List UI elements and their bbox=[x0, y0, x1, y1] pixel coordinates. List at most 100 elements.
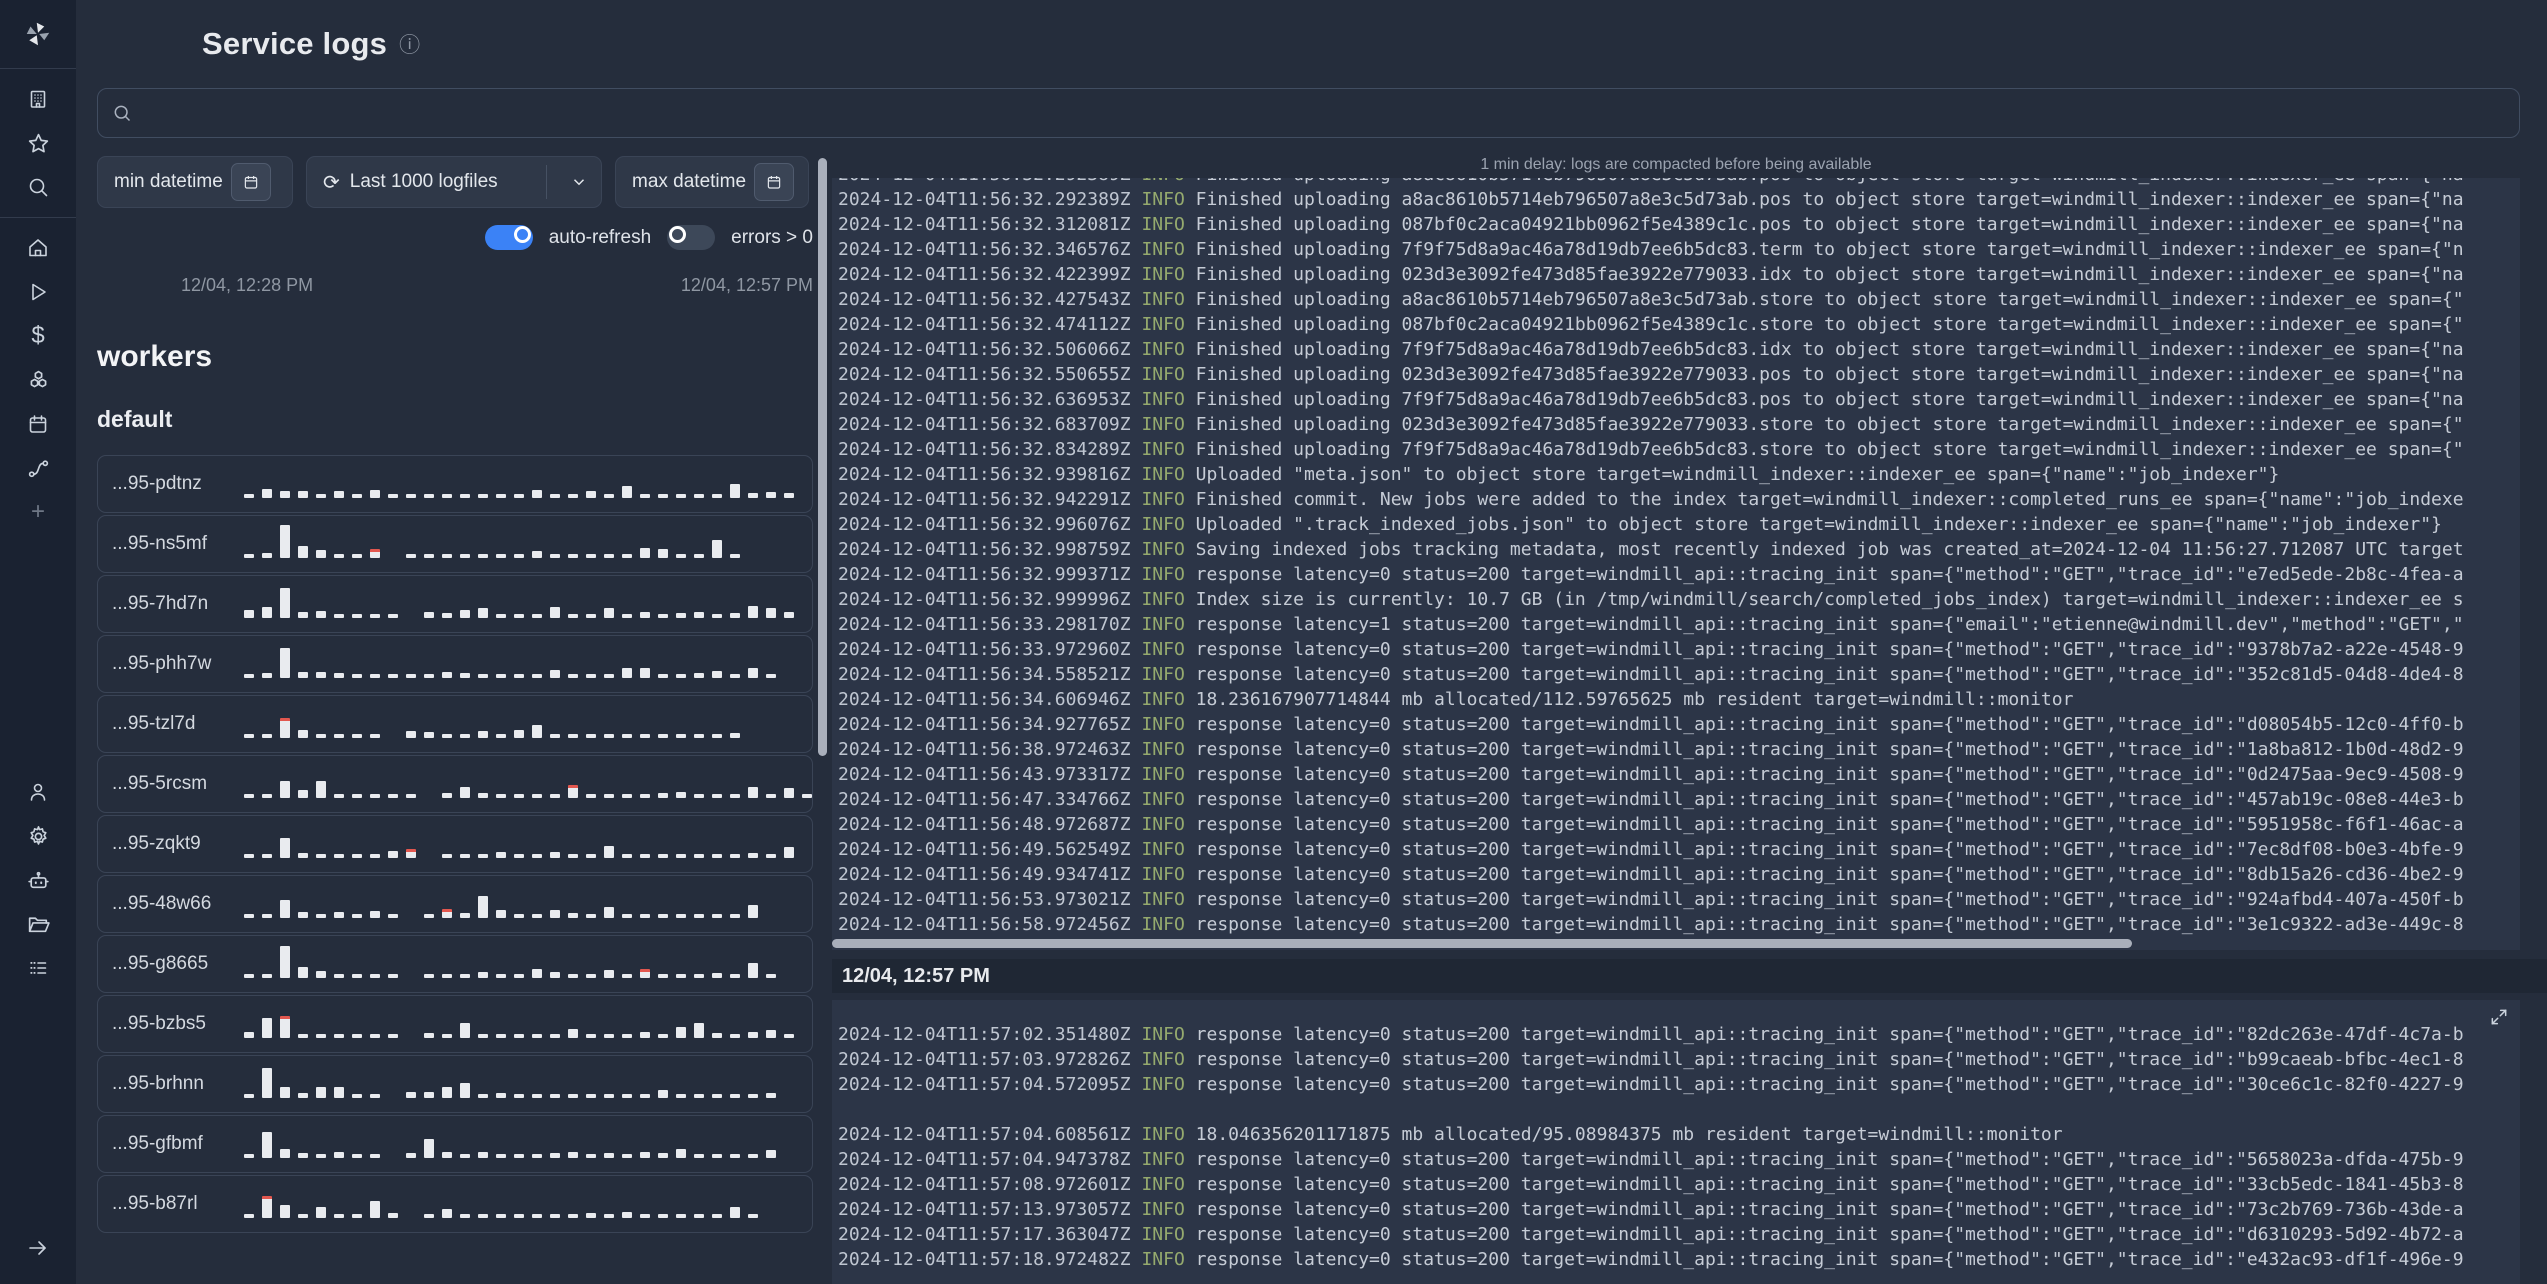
workers-panel: min datetime ⟳ Last 1000 logfiles max da… bbox=[97, 156, 813, 1284]
log-line: 2024-12-04T11:56:32.939816Z INFO Uploade… bbox=[838, 464, 2280, 485]
range-end-time: 12/04, 12:57 PM bbox=[680, 275, 813, 295]
worker-name: ...95-phh7w bbox=[112, 653, 212, 674]
info-icon[interactable]: ⓘ bbox=[399, 29, 420, 59]
worker-activity-sparkline bbox=[244, 461, 798, 507]
worker-row[interactable]: ...95-tzl7d bbox=[97, 695, 813, 753]
log-line: 2024-12-04T11:56:34.558521Z INFO respons… bbox=[838, 664, 2464, 685]
expand-sidebar-arrow-icon[interactable] bbox=[0, 1226, 76, 1270]
search-icon[interactable] bbox=[0, 165, 76, 209]
worker-name: ...95-zqkt9 bbox=[112, 833, 201, 854]
worker-row[interactable]: ...95-7hd7n bbox=[97, 575, 813, 633]
worker-name: ...95-bzbs5 bbox=[112, 1013, 206, 1034]
main-content: Service logs ⓘ min datetime ⟳ Last 1000 … bbox=[76, 0, 2547, 1284]
worker-name: ...95-5rcsm bbox=[112, 773, 208, 794]
worker-activity-sparkline bbox=[244, 581, 798, 627]
worker-row[interactable]: ...95-b87rl bbox=[97, 1175, 813, 1233]
worker-row[interactable]: ...95-ns5mf bbox=[97, 515, 813, 573]
worker-row[interactable]: ...95-gfbmf bbox=[97, 1115, 813, 1173]
log-line: 2024-12-04T11:57:04.572095Z INFO respons… bbox=[838, 1074, 2464, 1095]
worker-name: ...95-brhnn bbox=[112, 1073, 204, 1094]
settings-gear-icon[interactable] bbox=[0, 814, 76, 858]
worker-activity-sparkline bbox=[244, 701, 798, 747]
log-line: 2024-12-04T11:57:18.972482Z INFO respons… bbox=[838, 1249, 2464, 1270]
worker-activity-sparkline bbox=[244, 1001, 798, 1047]
log-line: 2024-12-04T11:56:32.999996Z INFO Index s… bbox=[838, 589, 2464, 610]
logfiles-select[interactable]: ⟳ Last 1000 logfiles bbox=[306, 156, 602, 208]
chevron-down-icon[interactable] bbox=[557, 173, 601, 191]
user-person-icon[interactable] bbox=[0, 770, 76, 814]
log-section-header: 12/04, 12:57 PM bbox=[832, 959, 2547, 993]
favorites-star-icon[interactable] bbox=[0, 121, 76, 165]
log-line: 2024-12-04T11:56:32.292389Z INFO Finishe… bbox=[838, 178, 2520, 187]
service-logs-list-icon[interactable] bbox=[0, 946, 76, 990]
worker-row[interactable]: ...95-5rcsm bbox=[97, 755, 813, 813]
worker-name: ...95-48w66 bbox=[112, 893, 212, 914]
worker-row[interactable]: ...95-pdtnz bbox=[97, 455, 813, 513]
errors-label: errors > 0 bbox=[731, 226, 813, 248]
worker-activity-sparkline bbox=[244, 821, 798, 867]
schedules-calendar-icon[interactable] bbox=[0, 402, 76, 446]
refresh-icon: ⟳ bbox=[323, 171, 340, 194]
worker-name: ...95-gfbmf bbox=[112, 1133, 203, 1154]
runs-play-icon[interactable] bbox=[0, 270, 76, 314]
search-box bbox=[97, 88, 2520, 138]
worker-activity-sparkline bbox=[244, 941, 798, 987]
range-start-time: 12/04, 12:28 PM bbox=[181, 275, 314, 295]
home-icon[interactable] bbox=[0, 226, 76, 270]
log-line: 2024-12-04T11:57:02.351480Z INFO respons… bbox=[838, 1024, 2464, 1045]
log-line: 2024-12-04T11:57:13.973057Z INFO respons… bbox=[838, 1199, 2464, 1220]
ai-robot-icon[interactable] bbox=[0, 858, 76, 902]
logs-panel: 1 min delay: logs are compacted before b… bbox=[832, 156, 2547, 1284]
worker-row[interactable]: ...95-zqkt9 bbox=[97, 815, 813, 873]
workspace-building-icon[interactable] bbox=[0, 77, 76, 121]
log-line: 2024-12-04T11:56:58.972456Z INFO respons… bbox=[838, 914, 2464, 935]
flows-route-icon[interactable] bbox=[0, 446, 76, 490]
worker-row[interactable]: ...95-g8665 bbox=[97, 935, 813, 993]
logfiles-label: Last 1000 logfiles bbox=[349, 171, 498, 192]
log-viewer-top[interactable]: 2024-12-04T11:56:32.292389Z INFO Finishe… bbox=[832, 178, 2520, 950]
worker-row[interactable]: ...95-48w66 bbox=[97, 875, 813, 933]
log-line: 2024-12-04T11:56:32.942291Z INFO Finishe… bbox=[838, 489, 2464, 510]
errors-toggle[interactable] bbox=[667, 225, 716, 250]
variables-dollar-icon[interactable]: $ bbox=[0, 314, 76, 358]
add-plus-icon[interactable]: + bbox=[0, 490, 76, 534]
log-line: 2024-12-04T11:56:34.606946Z INFO 18.2361… bbox=[838, 689, 2074, 710]
workers-scrollbar[interactable] bbox=[818, 156, 827, 1284]
log-line: 2024-12-04T11:56:38.972463Z INFO respons… bbox=[838, 739, 2464, 760]
log-line: 2024-12-04T11:57:08.972601Z INFO respons… bbox=[838, 1174, 2464, 1195]
resources-cubes-icon[interactable] bbox=[0, 358, 76, 402]
log-line: 2024-12-04T11:57:17.363047Z INFO respons… bbox=[838, 1224, 2464, 1245]
worker-row[interactable]: ...95-phh7w bbox=[97, 635, 813, 693]
log-line: 2024-12-04T11:56:47.334766Z INFO respons… bbox=[838, 789, 2464, 810]
min-datetime-picker[interactable]: min datetime bbox=[97, 156, 293, 208]
log-line: 2024-12-04T11:56:32.550655Z INFO Finishe… bbox=[838, 364, 2464, 385]
log-line: 2024-12-04T11:56:33.972960Z INFO respons… bbox=[838, 639, 2464, 660]
windmill-logo-icon[interactable] bbox=[0, 8, 76, 60]
search-input[interactable] bbox=[142, 102, 2505, 124]
log-line: 2024-12-04T11:56:49.934741Z INFO respons… bbox=[838, 864, 2464, 885]
log-viewer-bottom[interactable]: 2024-12-04T11:57:02.351480Z INFO respons… bbox=[832, 1000, 2520, 1284]
worker-name: ...95-g8665 bbox=[112, 953, 209, 974]
log-line: 2024-12-04T11:57:04.947378Z INFO respons… bbox=[838, 1149, 2464, 1170]
worker-row[interactable]: ...95-bzbs5 bbox=[97, 995, 813, 1053]
auto-refresh-toggle[interactable] bbox=[484, 225, 533, 250]
worker-activity-sparkline bbox=[244, 1181, 798, 1227]
sidebar-divider bbox=[0, 68, 76, 69]
folders-icon[interactable] bbox=[0, 902, 76, 946]
worker-name: ...95-b87rl bbox=[112, 1193, 198, 1214]
max-datetime-picker[interactable]: max datetime bbox=[615, 156, 809, 208]
log-line: 2024-12-04T11:56:32.292389Z INFO Finishe… bbox=[838, 189, 2464, 210]
log-line: 2024-12-04T11:56:32.636953Z INFO Finishe… bbox=[838, 389, 2464, 410]
worker-activity-sparkline bbox=[244, 521, 798, 567]
expand-icon[interactable] bbox=[2489, 1007, 2511, 1029]
worker-row[interactable]: ...95-brhnn bbox=[97, 1055, 813, 1113]
horizontal-scrollbar[interactable] bbox=[832, 939, 2132, 948]
worker-activity-sparkline bbox=[244, 1061, 798, 1107]
worker-name: ...95-7hd7n bbox=[112, 593, 209, 614]
min-datetime-label: min datetime bbox=[114, 171, 223, 192]
calendar-icon[interactable] bbox=[754, 163, 795, 201]
calendar-icon[interactable] bbox=[230, 163, 271, 201]
worker-activity-sparkline bbox=[244, 881, 798, 927]
worker-activity-sparkline bbox=[244, 641, 798, 687]
